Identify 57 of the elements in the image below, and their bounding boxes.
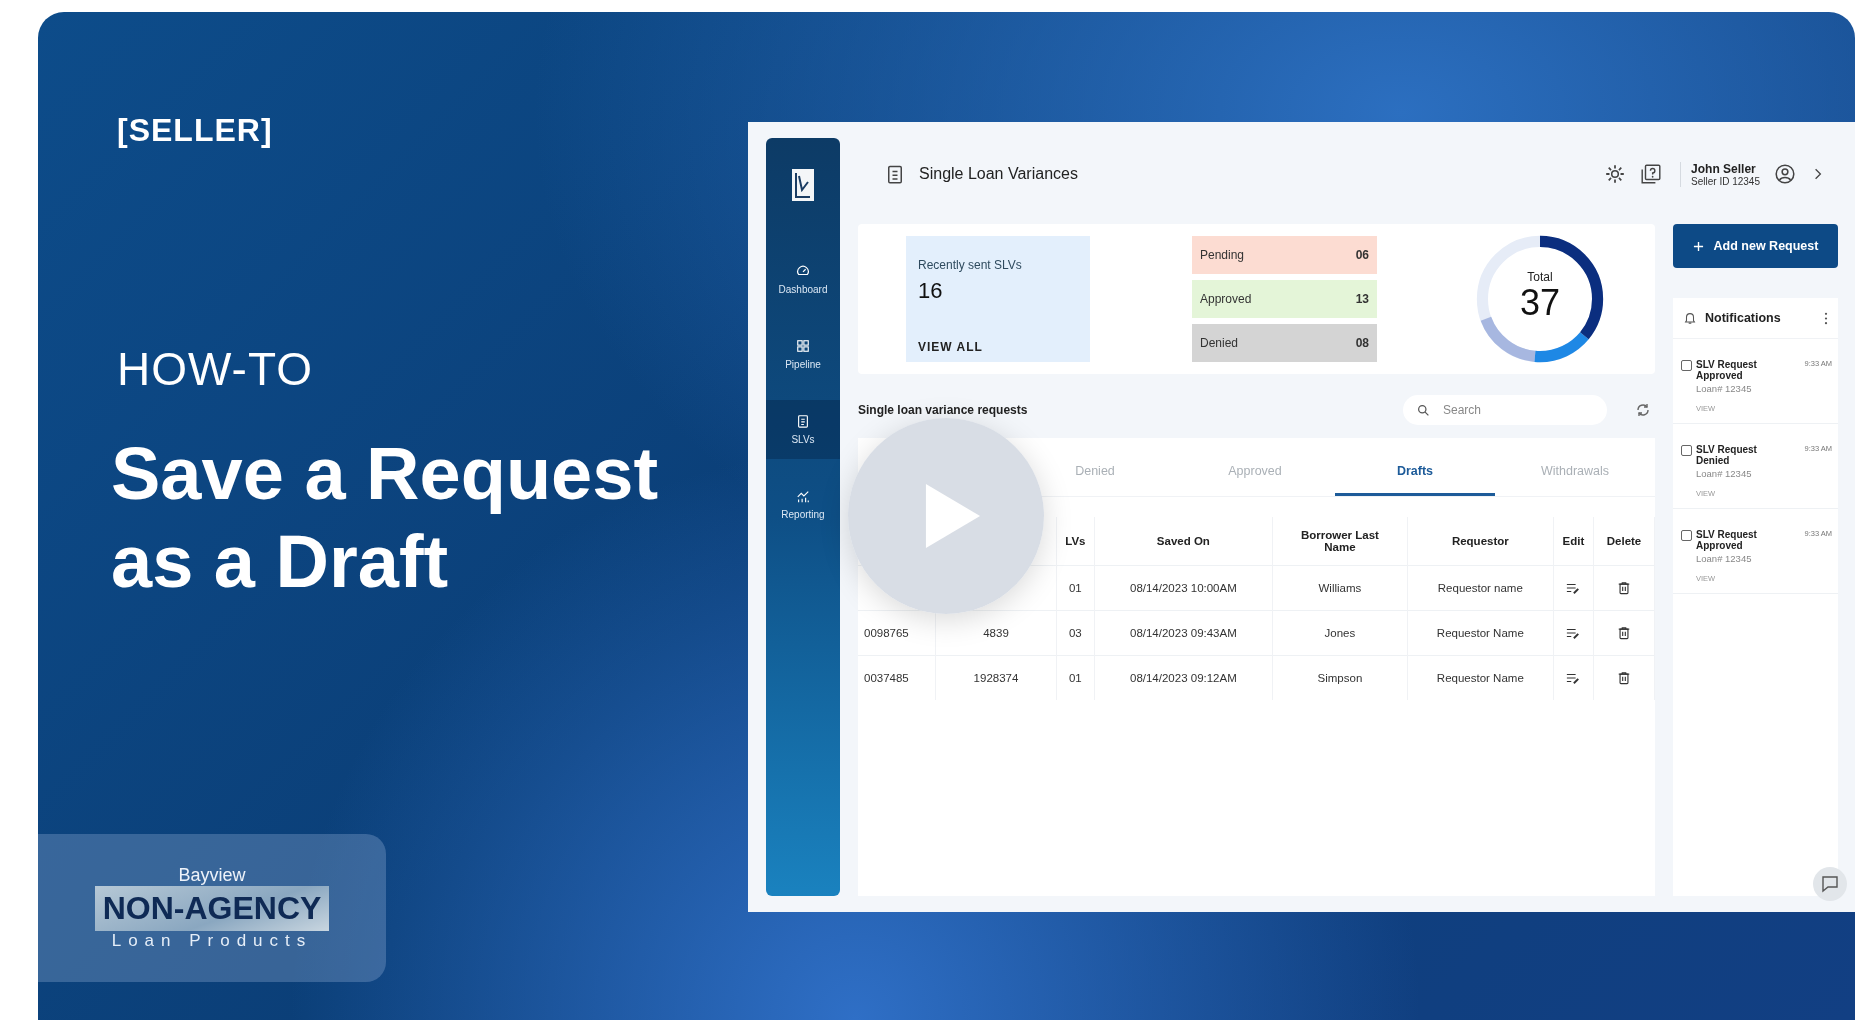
status-label: Pending [1200, 248, 1245, 262]
status-label: Denied [1200, 336, 1239, 350]
sidebar-item[interactable]: SLVs [766, 400, 840, 459]
table-cell: Requestor name [1437, 582, 1523, 594]
recent-count: 16 [918, 278, 944, 304]
status-count: 08 [1355, 336, 1369, 350]
user-id: Seller ID 12345 [1691, 175, 1760, 187]
audience-label: [SELLER] [117, 112, 274, 149]
table-cell: Requestor Name [1436, 627, 1524, 639]
recent-label: Recently sent SLVs [918, 258, 1023, 272]
table-cell: 0098765 [864, 627, 909, 639]
sidebar-item[interactable]: Dashboard [766, 250, 840, 309]
page-title: Single Loan Variances [919, 165, 1078, 183]
table-cell: 08/14/2023 10:00AM [1130, 582, 1237, 594]
notifications-title: Notifications [1705, 311, 1781, 325]
table-cell: Simpson [1317, 672, 1363, 684]
notification-title: SLV Request Approved [1696, 359, 1758, 381]
table-cell: 01 [1068, 582, 1082, 594]
column-header: Requestor [1451, 535, 1509, 547]
total-label: Total [1526, 270, 1554, 284]
column-header: Borrower Last Name [1299, 529, 1380, 553]
user-name: John Seller [1691, 161, 1757, 176]
video-title: Save a Request as a Draft [111, 431, 660, 605]
table-cell: 4839 [983, 627, 1009, 639]
add-request-button[interactable]: Add new Request [1673, 224, 1838, 268]
table-cell: 03 [1068, 627, 1082, 639]
sidebar-item[interactable]: Reporting [766, 475, 840, 534]
table-cell: Requestor Name [1436, 672, 1524, 684]
column-header: LVs [1065, 535, 1086, 547]
table-cell: 08/14/2023 09:12AM [1130, 672, 1237, 684]
kicker-text: HOW-TO [117, 342, 314, 396]
view-all-link[interactable]: VIEW ALL [918, 340, 1078, 354]
logo-wordmark: NON-AGENCY [95, 886, 329, 931]
table-cell: Williams [1318, 582, 1362, 594]
total-count: 37 [1518, 284, 1561, 322]
notification-title: SLV Request Denied [1696, 444, 1758, 466]
notification-loan: Loan# 12345 [1696, 468, 1753, 479]
section-title: Single loan variance requests [858, 403, 1028, 417]
tab[interactable]: Drafts [1335, 438, 1495, 496]
logo-tagline: Loan Products [111, 931, 313, 951]
search-field[interactable]: Search [1403, 395, 1607, 425]
table-cell: Jones [1324, 627, 1356, 639]
column-header: Delete [1606, 535, 1642, 547]
sidebar-item[interactable]: Pipeline [766, 325, 840, 384]
table-cell: 1928374 [973, 672, 1019, 684]
table-cell: 01 [1068, 672, 1082, 684]
notification-loan: Loan# 12345 [1696, 553, 1753, 564]
notification-title: SLV Request Approved [1696, 529, 1758, 551]
column-header: Saved On [1156, 535, 1210, 547]
column-header: Edit [1562, 535, 1585, 547]
status-count: 13 [1355, 292, 1369, 306]
table-cell: 0037485 [864, 672, 909, 684]
logo-text: Bayview [178, 865, 246, 886]
status-count: 06 [1355, 248, 1369, 262]
status-label: Approved [1200, 292, 1252, 306]
notification-loan: Loan# 12345 [1696, 383, 1753, 394]
table-cell: 08/14/2023 09:43AM [1130, 627, 1237, 639]
